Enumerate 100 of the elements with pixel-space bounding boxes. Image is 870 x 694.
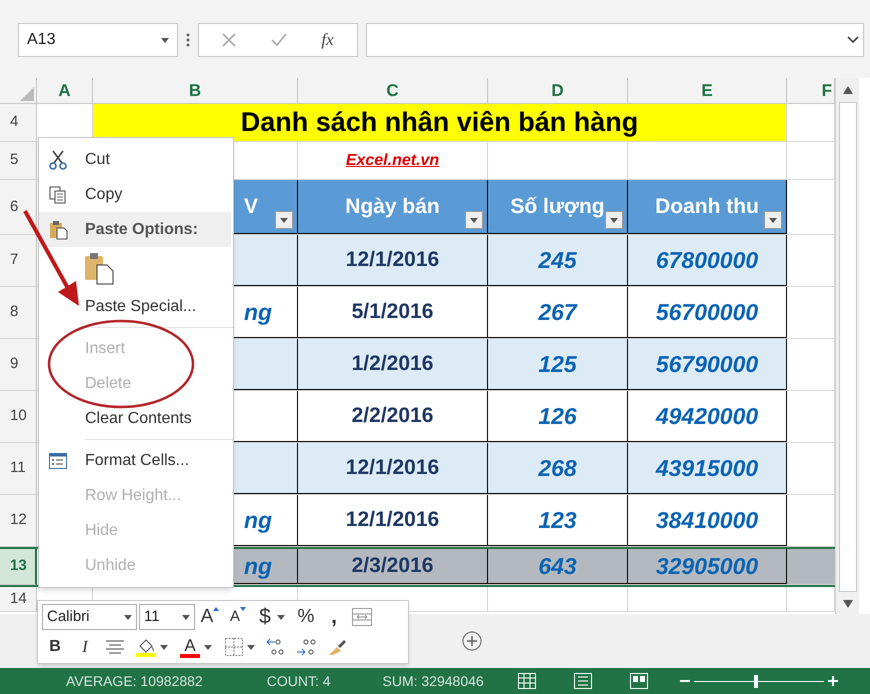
- color-bar-icon: [180, 654, 200, 658]
- caret-icon: [160, 644, 168, 650]
- scroll-down-icon[interactable]: [842, 600, 852, 608]
- column-header-cell: Số lượng: [488, 180, 628, 234]
- caret-icon: [610, 218, 618, 222]
- bold-button[interactable]: B: [42, 634, 68, 660]
- table-cell: 643: [488, 549, 628, 584]
- insert-function-button[interactable]: fx: [321, 27, 334, 53]
- align-center-icon: [106, 640, 124, 654]
- decrease-decimal-icon: [296, 638, 318, 656]
- row-header[interactable]: 13: [0, 549, 37, 585]
- column-header[interactable]: C: [298, 78, 488, 103]
- table-cell: 12/1/2016: [298, 443, 488, 494]
- formula-input[interactable]: [366, 23, 864, 57]
- triangle-icon: [20, 87, 34, 101]
- table-cell: 56790000: [628, 339, 787, 390]
- table-cell: 123: [488, 495, 628, 546]
- scroll-up-icon[interactable]: [842, 86, 852, 94]
- check-icon[interactable]: [270, 33, 287, 47]
- filter-button[interactable]: [605, 211, 623, 229]
- column-header-cell: Ngày bán: [298, 180, 488, 234]
- zoom-in-icon: [828, 676, 838, 686]
- row-header[interactable]: 6: [0, 180, 37, 235]
- menu-item[interactable]: Format Cells...: [39, 443, 233, 478]
- table-cell: 43915000: [628, 443, 787, 494]
- filter-button[interactable]: [465, 211, 483, 229]
- caret-up-icon: [213, 607, 220, 611]
- format-cells-icon: [48, 450, 68, 470]
- menu-item[interactable]: Clear Contents: [39, 401, 233, 436]
- currency-button[interactable]: $: [253, 604, 291, 630]
- row-header[interactable]: 11: [0, 443, 37, 495]
- borders-icon: [225, 638, 243, 656]
- copy-icon: [48, 184, 68, 204]
- zoom-slider[interactable]: [680, 676, 838, 686]
- caret-icon: [470, 218, 478, 222]
- caret-icon: [204, 644, 212, 650]
- row-header[interactable]: 14: [0, 587, 37, 612]
- column-header-cell: Doanh thu: [628, 180, 787, 234]
- row-header[interactable]: 10: [0, 391, 37, 443]
- table-cell: 268: [488, 443, 628, 494]
- italic-button[interactable]: I: [72, 634, 98, 660]
- row-header[interactable]: 9: [0, 339, 37, 391]
- caret-icon: [124, 614, 132, 620]
- font-color-button[interactable]: A: [176, 634, 216, 660]
- column-header[interactable]: B: [93, 78, 298, 103]
- paste-icon[interactable]: [83, 251, 115, 285]
- menu-item[interactable]: Cut: [39, 142, 233, 177]
- column-header[interactable]: E: [628, 78, 787, 103]
- font-size-field[interactable]: 11: [139, 604, 195, 630]
- name-box[interactable]: A13: [18, 23, 178, 57]
- page-break-icon[interactable]: [630, 673, 648, 689]
- table-cell: 267: [488, 287, 628, 338]
- caret-icon: [182, 614, 190, 620]
- caret-icon: [247, 644, 255, 650]
- merge-cells-icon: [352, 608, 372, 626]
- row-header[interactable]: 8: [0, 287, 37, 339]
- column-header[interactable]: A: [37, 78, 93, 103]
- title-cell: Danh sách nhân viên bán hàng: [93, 104, 787, 141]
- percent-button[interactable]: %: [293, 604, 319, 630]
- page-layout-icon[interactable]: [574, 673, 592, 689]
- filter-button[interactable]: [764, 211, 782, 229]
- add-sheet-icon[interactable]: [462, 631, 482, 651]
- table-cell: 245: [488, 235, 628, 286]
- row-header[interactable]: 12: [0, 495, 37, 547]
- table-cell: 2/3/2016: [298, 549, 488, 584]
- grow-font-button[interactable]: A: [197, 604, 223, 630]
- table-cell: 5/1/2016: [298, 287, 488, 338]
- table-cell: 125: [488, 339, 628, 390]
- caret-icon: [276, 614, 285, 620]
- column-header[interactable]: D: [488, 78, 628, 103]
- row-header[interactable]: 7: [0, 235, 37, 287]
- table-cell: 1/2/2016: [298, 339, 488, 390]
- website-link[interactable]: Excel.net.vn: [346, 148, 440, 172]
- status-text: AVERAGE: 10982882: [66, 672, 203, 690]
- caret-down-icon: [240, 607, 246, 611]
- table-cell: 12/1/2016: [298, 235, 488, 286]
- normal-view-icon[interactable]: [518, 673, 536, 689]
- comma-style-button[interactable]: ,: [321, 604, 347, 630]
- caret-icon: [280, 218, 288, 222]
- menu-section-header: Paste Options:: [39, 212, 231, 247]
- table-cell: 32905000: [628, 549, 787, 584]
- table-cell: 38410000: [628, 495, 787, 546]
- clipboard-icon: [48, 220, 68, 240]
- selection-highlight: [787, 549, 835, 584]
- row-header[interactable]: 4: [0, 104, 37, 142]
- table-cell: 56700000: [628, 287, 787, 338]
- table-cell: 12/1/2016: [298, 495, 488, 546]
- more-options-icon[interactable]: [186, 33, 190, 47]
- row-header[interactable]: 5: [0, 142, 37, 180]
- shrink-font-button[interactable]: A: [225, 604, 251, 630]
- status-text: SUM: 32948046: [382, 672, 484, 690]
- table-cell: 126: [488, 391, 628, 442]
- filter-button[interactable]: [275, 211, 293, 229]
- chevron-down-icon: [847, 36, 859, 44]
- caret-icon: [161, 38, 169, 42]
- font-name-field[interactable]: Calibri: [42, 604, 137, 630]
- scroll-thumb[interactable]: [838, 102, 856, 592]
- table-cell: 67800000: [628, 235, 787, 286]
- paint-bucket-icon: [136, 637, 156, 657]
- table-cell: 2/2/2016: [298, 391, 488, 442]
